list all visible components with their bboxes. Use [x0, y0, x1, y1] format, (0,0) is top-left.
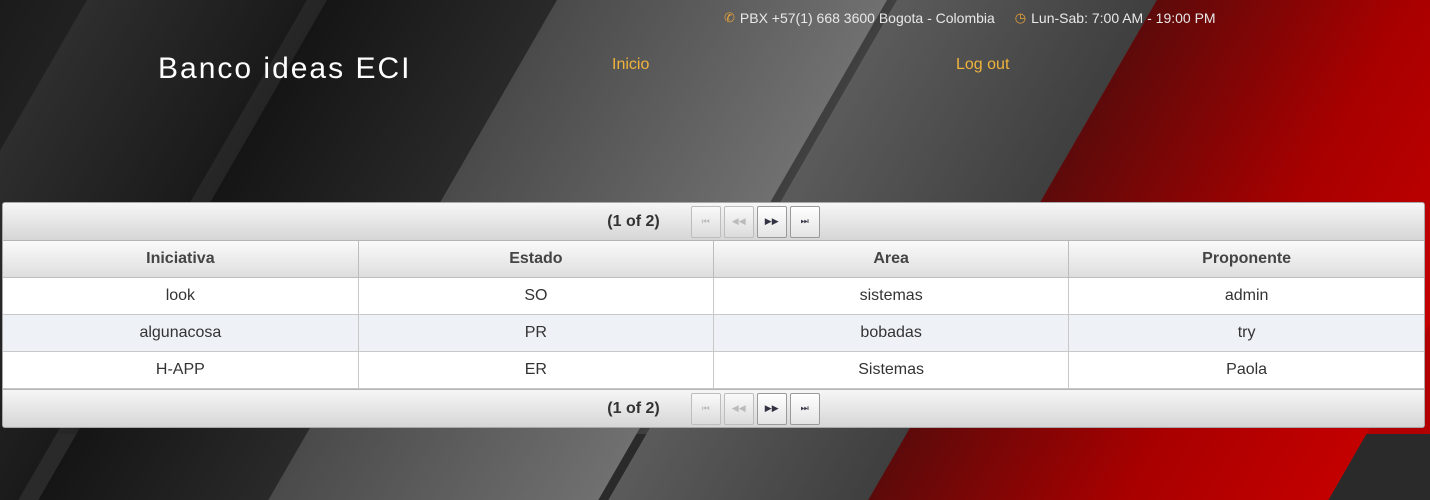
first-page-button[interactable]: ⏮	[690, 392, 721, 425]
next-page-icon: ▶▶	[764, 403, 779, 413]
first-page-icon: ⏮	[701, 403, 710, 413]
prev-page-button[interactable]: ◀◀	[723, 392, 754, 425]
cell-iniciativa: look	[3, 277, 359, 315]
cell-estado: ER	[358, 351, 715, 389]
last-page-button[interactable]: ⏭	[789, 205, 820, 238]
site-brand: Banco ideas ECI	[158, 52, 412, 85]
first-page-button[interactable]: ⏮	[690, 205, 721, 238]
cell-area: sistemas	[713, 277, 1070, 315]
first-page-icon: ⏮	[701, 216, 710, 226]
initiatives-table: (1 of 2) ⏮ ◀◀ ▶▶ ⏭ Iniciativa Estado Are…	[2, 202, 1425, 428]
nav-logout-link[interactable]: Log out	[956, 56, 1009, 74]
paginator-top: (1 of 2) ⏮ ◀◀ ▶▶ ⏭	[3, 203, 1424, 241]
prev-page-icon: ◀◀	[731, 216, 746, 226]
phone-icon: ✆	[724, 10, 735, 25]
cell-proponente: Paola	[1068, 351, 1424, 389]
column-header-estado[interactable]: Estado	[358, 241, 715, 278]
table-row[interactable]: H-APP ER Sistemas Paola	[3, 351, 1424, 389]
hours-text: Lun-Sab: 7:00 AM - 19:00 PM	[1031, 10, 1216, 26]
column-header-iniciativa[interactable]: Iniciativa	[3, 241, 359, 278]
cell-proponente: admin	[1068, 277, 1424, 315]
next-page-button[interactable]: ▶▶	[756, 392, 787, 425]
prev-page-button[interactable]: ◀◀	[723, 205, 754, 238]
nav-inicio-link[interactable]: Inicio	[612, 56, 649, 74]
table-row[interactable]: look SO sistemas admin	[3, 277, 1424, 315]
cell-estado: PR	[358, 314, 715, 352]
column-header-area[interactable]: Area	[713, 241, 1070, 278]
page-report: (1 of 2)	[607, 399, 660, 417]
cell-iniciativa: algunacosa	[3, 314, 359, 352]
header-row: Iniciativa Estado Area Proponente	[3, 241, 1424, 278]
phone-info: ✆ PBX +57(1) 668 3600 Bogota - Colombia	[724, 10, 995, 26]
page-report: (1 of 2)	[607, 212, 660, 230]
next-page-icon: ▶▶	[764, 216, 779, 226]
table-row[interactable]: algunacosa PR bobadas try	[3, 314, 1424, 352]
hours-info: ◷ Lun-Sab: 7:00 AM - 19:00 PM	[1015, 10, 1216, 26]
paginator-bottom: (1 of 2) ⏮ ◀◀ ▶▶ ⏭	[3, 389, 1424, 427]
cell-area: Sistemas	[713, 351, 1070, 389]
phone-text: PBX +57(1) 668 3600 Bogota - Colombia	[739, 10, 995, 26]
cell-iniciativa: H-APP	[3, 351, 359, 389]
next-page-button[interactable]: ▶▶	[756, 205, 787, 238]
prev-page-icon: ◀◀	[731, 403, 746, 413]
last-page-button[interactable]: ⏭	[789, 392, 820, 425]
contact-bar: ✆ PBX +57(1) 668 3600 Bogota - Colombia …	[724, 10, 1216, 26]
last-page-icon: ⏭	[800, 216, 809, 226]
cell-estado: SO	[358, 277, 715, 315]
cell-proponente: try	[1068, 314, 1424, 352]
cell-area: bobadas	[713, 314, 1070, 352]
last-page-icon: ⏭	[800, 403, 809, 413]
column-header-proponente[interactable]: Proponente	[1068, 241, 1424, 278]
clock-icon: ◷	[1014, 10, 1027, 25]
data-grid: Iniciativa Estado Area Proponente look S…	[3, 241, 1424, 389]
